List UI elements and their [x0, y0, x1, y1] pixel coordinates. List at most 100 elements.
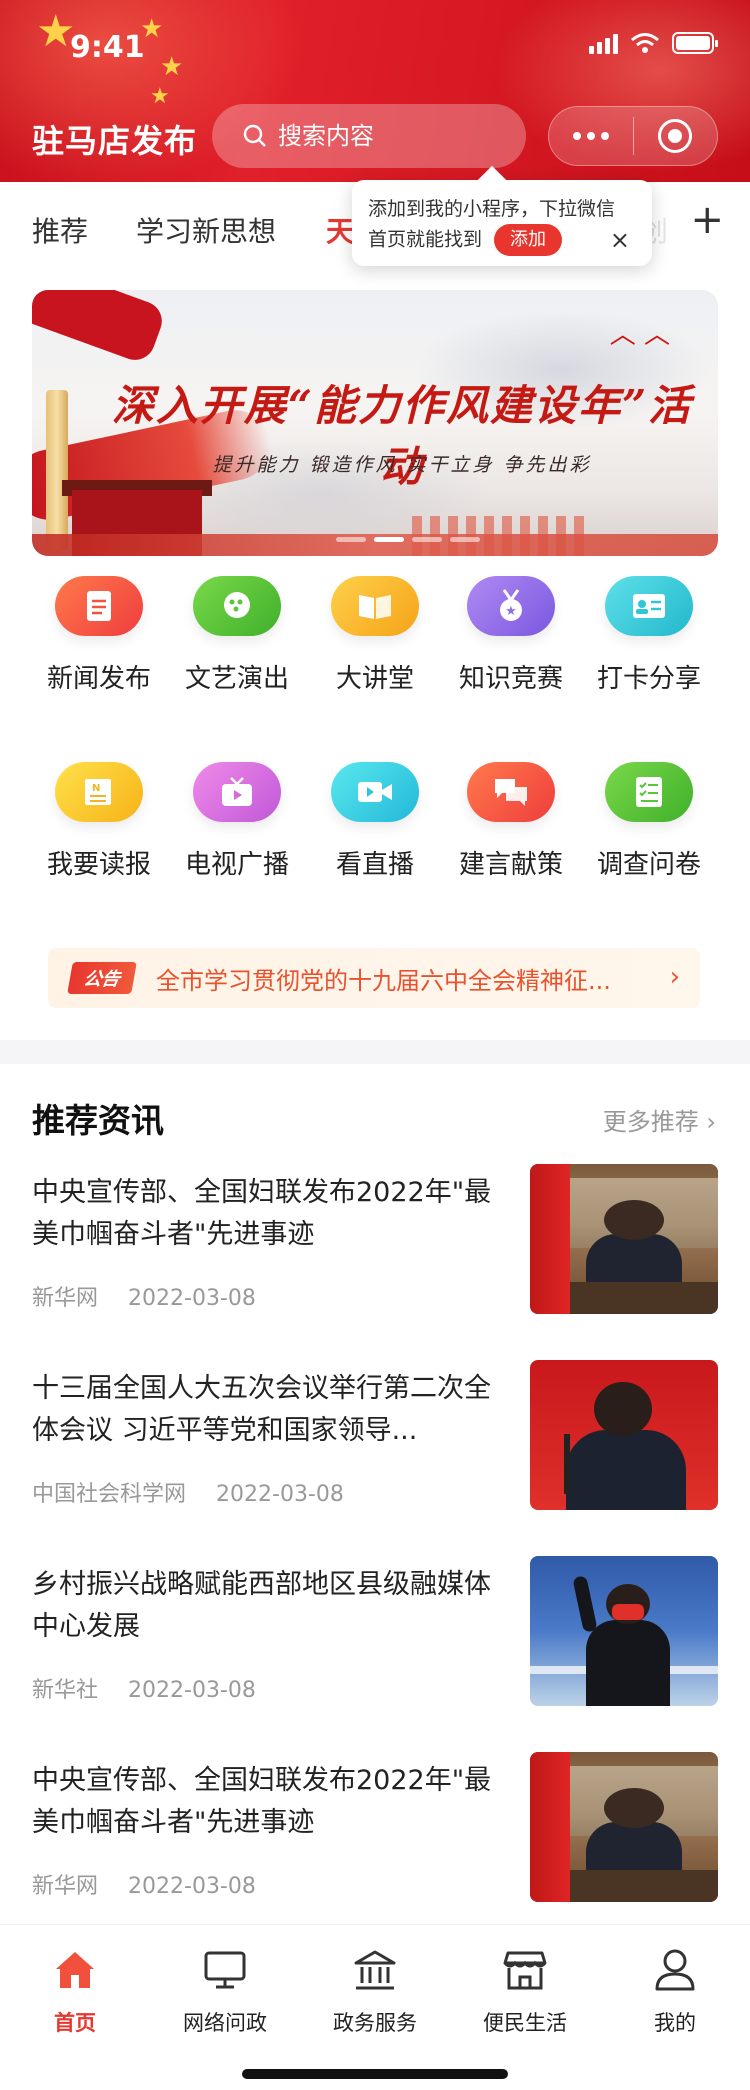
carousel-dot-active	[374, 537, 404, 542]
article-date: 2022-03-08	[128, 1286, 256, 1311]
nav-label: 首页	[54, 2011, 96, 2035]
news-doc-icon	[55, 576, 143, 636]
article-item[interactable]: 十三届全国人大五次会议举行第二次全体会议 习近平等党和国家领导... 中国社会科…	[32, 1360, 718, 1518]
government-building-icon	[354, 1950, 396, 1990]
grid-item-lecture[interactable]: 大讲堂	[300, 576, 450, 695]
article-meta: 中国社会科学网 2022-03-08	[32, 1476, 344, 1508]
grid-label: 大讲堂	[335, 664, 414, 694]
notice-tag: 公告	[67, 962, 137, 994]
article-thumbnail[interactable]	[530, 1556, 718, 1706]
nav-label: 便民生活	[483, 2011, 567, 2035]
header: ★ ★ ★ ★ 9:41 驻马店发布	[0, 0, 750, 182]
close-miniprogram-icon[interactable]	[634, 119, 718, 153]
article-source: 新华社	[32, 1678, 99, 1703]
tooltip-text-line1: 添加到我的小程序，下拉微信	[368, 198, 616, 220]
nav-convenience[interactable]: 便民生活	[450, 1947, 600, 2037]
status-icons	[589, 32, 718, 54]
article-meta: 新华网 2022-03-08	[32, 1280, 256, 1312]
checklist-icon	[605, 762, 693, 822]
grid-item-survey[interactable]: 调查问卷	[574, 762, 724, 881]
nav-label: 政务服务	[333, 2011, 417, 2035]
article-thumbnail[interactable]	[530, 1752, 718, 1902]
notice-text[interactable]: 全市学习贯彻党的十九届六中全会精神征...	[156, 961, 616, 996]
open-book-icon	[331, 576, 419, 636]
nav-label: 网络问政	[183, 2011, 267, 2035]
nav-e-politics[interactable]: 网络问政	[150, 1947, 300, 2037]
more-recommend-link[interactable]: 更多推荐 ›	[603, 1102, 716, 1137]
article-title[interactable]: 乡村振兴战略赋能西部地区县级融媒体中心发展	[32, 1564, 512, 1648]
search-icon	[243, 124, 266, 147]
add-miniprogram-tooltip: 添加到我的小程序，下拉微信 首页就能找到 添加 ×	[352, 180, 652, 266]
medal-icon: ★	[467, 576, 555, 636]
newspaper-icon: N	[55, 762, 143, 822]
tab-recommend[interactable]: 推荐	[32, 210, 88, 250]
grid-label: 看直播	[335, 850, 414, 880]
article-thumbnail[interactable]	[530, 1164, 718, 1314]
banner-carousel[interactable]: ︿ ︿ 深入开展“能力作风建设年”活动 提升能力 锻造作风 实干立身 争先出彩	[32, 290, 718, 556]
article-meta: 新华社 2022-03-08	[32, 1672, 256, 1704]
grid-item-read-paper[interactable]: N 我要读报	[24, 762, 174, 881]
article-source: 新华网	[32, 1874, 99, 1899]
grid-item-tv[interactable]: 电视广播	[162, 762, 312, 881]
grid-label: 电视广播	[184, 850, 289, 880]
article-title[interactable]: 十三届全国人大五次会议举行第二次全体会议 习近平等党和国家领导...	[32, 1368, 512, 1452]
tooltip-close-icon[interactable]: ×	[610, 226, 630, 254]
star-icon: ★	[160, 52, 184, 82]
chevron-right-icon[interactable]: ›	[670, 962, 680, 992]
article-date: 2022-03-08	[216, 1482, 344, 1507]
article-item[interactable]: 乡村振兴战略赋能西部地区县级融媒体中心发展 新华社 2022-03-08	[32, 1556, 718, 1714]
nav-profile[interactable]: 我的	[600, 1947, 750, 2037]
grid-label: 文艺演出	[184, 664, 289, 694]
tab-active[interactable]: 天	[326, 210, 354, 250]
bottom-nav: 首页 网络问政 政务服务 便民生活 我的	[0, 1924, 750, 2090]
add-tab-icon[interactable]: +	[690, 200, 724, 240]
article-date: 2022-03-08	[128, 1678, 256, 1703]
carousel-indicator	[336, 537, 480, 542]
video-camera-icon	[331, 762, 419, 822]
grid-item-performance[interactable]: 文艺演出	[162, 576, 312, 695]
tooltip-text-line2: 首页就能找到 添加	[368, 224, 636, 256]
id-card-icon	[605, 576, 693, 636]
svg-text:N: N	[92, 783, 100, 794]
grid-label: 我要读报	[46, 850, 151, 880]
article-date: 2022-03-08	[128, 1874, 256, 1899]
search-input[interactable]	[278, 122, 498, 150]
app-title: 驻马店发布	[32, 122, 198, 160]
nav-label: 我的	[654, 2011, 696, 2035]
search-box[interactable]	[212, 104, 526, 168]
miniprogram-capsule	[548, 106, 718, 166]
article-thumbnail[interactable]	[530, 1360, 718, 1510]
article-title[interactable]: 中央宣传部、全国妇联发布2022年"最美巾帼奋斗者"先进事迹	[32, 1760, 512, 1844]
svg-text:★: ★	[505, 604, 517, 619]
tooltip-add-button[interactable]: 添加	[494, 224, 563, 256]
grid-item-live[interactable]: 看直播	[300, 762, 450, 881]
user-icon	[655, 1949, 695, 1991]
article-meta: 新华网 2022-03-08	[32, 1868, 256, 1900]
grid-item-suggestion[interactable]: 建言献策	[436, 762, 586, 881]
grid-item-news[interactable]: 新闻发布	[24, 576, 174, 695]
notice-bar[interactable]: 公告 全市学习贯彻党的十九届六中全会精神征... ›	[48, 948, 700, 1008]
chat-bubble-icon	[193, 576, 281, 636]
home-icon	[56, 1952, 94, 1988]
nav-home[interactable]: 首页	[0, 1947, 150, 2037]
carousel-dot	[336, 537, 366, 542]
star-icon: ★	[150, 84, 170, 109]
article-item[interactable]: 中央宣传部、全国妇联发布2022年"最美巾帼奋斗者"先进事迹 新华网 2022-0…	[32, 1164, 718, 1322]
nav-gov-service[interactable]: 政务服务	[300, 1947, 450, 2037]
grid-item-checkin[interactable]: 打卡分享	[574, 576, 724, 695]
home-indicator	[242, 2069, 508, 2079]
wifi-icon	[631, 33, 659, 53]
computer-icon	[204, 1951, 246, 1989]
article-source: 新华网	[32, 1286, 99, 1311]
huabiao-pillar	[46, 390, 68, 550]
store-icon	[503, 1951, 547, 1990]
more-options-icon[interactable]	[549, 132, 633, 140]
birds-icon: ︿ ︿	[609, 320, 670, 350]
article-item[interactable]: 中央宣传部、全国妇联发布2022年"最美巾帼奋斗者"先进事迹 新华网 2022-0…	[32, 1752, 718, 1910]
tab-study-thought[interactable]: 学习新思想	[136, 210, 276, 250]
grid-label: 知识竞赛	[458, 664, 563, 694]
article-title[interactable]: 中央宣传部、全国妇联发布2022年"最美巾帼奋斗者"先进事迹	[32, 1172, 512, 1256]
grid-label: 调查问卷	[596, 850, 701, 880]
banner-flag	[32, 290, 168, 366]
grid-item-quiz[interactable]: ★ 知识竞赛	[436, 576, 586, 695]
